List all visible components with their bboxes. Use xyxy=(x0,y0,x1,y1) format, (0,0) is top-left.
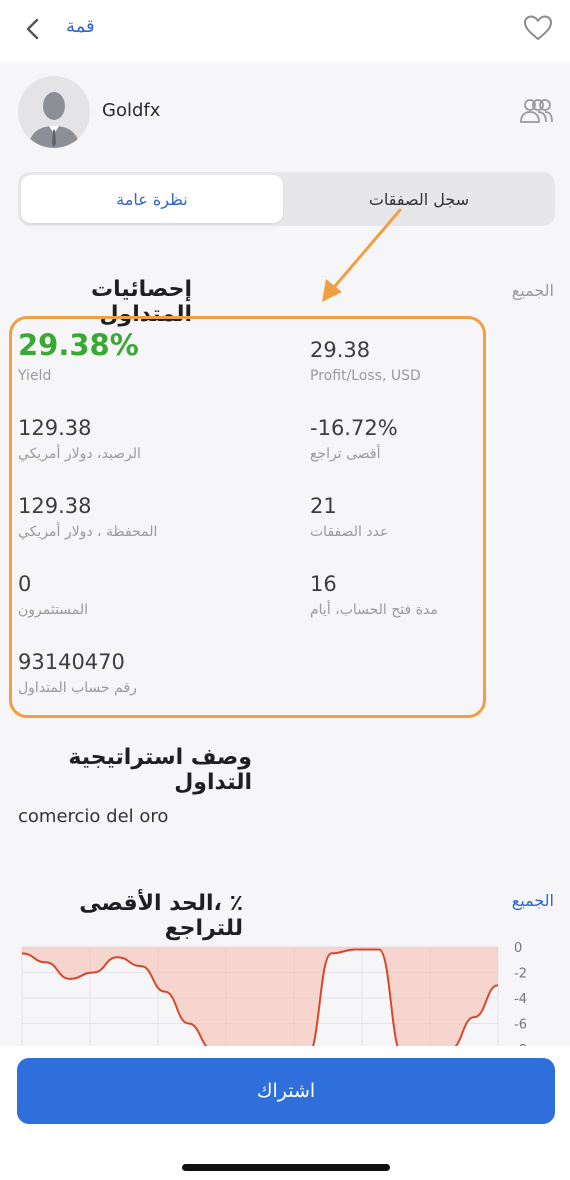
stat-portfolio-value: 129.38 xyxy=(18,494,92,518)
stat-portfolio-label: المحفظة ، دولار أمريكي xyxy=(18,524,158,540)
favorite-heart-icon[interactable] xyxy=(522,12,554,44)
trader-name: Goldfx xyxy=(102,100,161,121)
stat-days-label: مدة فتح الحساب، أيام xyxy=(310,602,438,618)
drawdown-chart: 0-2-4-6-8 xyxy=(21,941,527,1050)
chart-ytick-label: -6 xyxy=(514,1018,527,1033)
stat-investors-label: المستثمرون xyxy=(18,602,89,618)
nav-title[interactable]: قمة xyxy=(66,16,95,37)
chart-ytick-label: -4 xyxy=(514,992,527,1007)
stat-account-label: رقم حساب المتداول xyxy=(18,680,137,696)
stat-investors: 0 المستثمرون xyxy=(18,572,88,618)
stat-investors-value: 0 xyxy=(18,572,32,596)
tab-trade-history[interactable]: سجل الصفقات xyxy=(286,175,552,223)
drawdown-all-link[interactable]: الجميع xyxy=(512,891,554,910)
stat-yield-label: Yield xyxy=(18,368,52,384)
stat-profit-label: Profit/Loss, USD xyxy=(310,368,421,384)
stat-account: 93140470 رقم حساب المتداول xyxy=(18,650,137,696)
top-nav-bar: قمة xyxy=(0,0,570,62)
stat-drawdown: -16.72% أقصى تراجع xyxy=(310,416,398,462)
stat-profit: 29.38 Profit/Loss, USD xyxy=(310,338,421,384)
chart-ytick-label: -2 xyxy=(514,967,527,982)
stat-days-value: 16 xyxy=(310,572,337,596)
tab-overview[interactable]: نظرة عامة xyxy=(21,175,283,223)
stat-drawdown-label: أقصى تراجع xyxy=(310,446,381,462)
stat-deals-label: عدد الصفقات xyxy=(310,524,389,540)
home-indicator xyxy=(182,1164,390,1171)
stat-yield-value: 29.38% xyxy=(18,328,139,362)
stat-deals: 21 عدد الصفقات xyxy=(310,494,388,540)
stat-account-value: 93140470 xyxy=(18,650,125,674)
back-chevron-icon[interactable] xyxy=(18,14,48,44)
chart-ytick-label: 0 xyxy=(514,941,522,956)
avatar xyxy=(18,76,90,148)
strategy-title: وصف استراتيجية التداول xyxy=(68,745,252,795)
subscribe-button[interactable]: اشتراك xyxy=(17,1058,555,1124)
stat-balance-label: الرصيد، دولار أمريكي xyxy=(18,446,141,462)
stat-balance: 129.38 الرصيد، دولار أمريكي xyxy=(18,416,141,462)
stat-drawdown-value: -16.72% xyxy=(310,416,398,440)
subscribers-group-icon[interactable] xyxy=(518,96,554,126)
stat-portfolio: 129.38 المحفظة ، دولار أمريكي xyxy=(18,494,157,540)
trader-profile: Goldfx xyxy=(18,76,554,148)
segmented-tabs: نظرة عامة سجل الصفقات xyxy=(18,172,555,226)
strategy-description: comercio del oro xyxy=(18,806,169,827)
stats-all-link[interactable]: الجميع xyxy=(512,281,554,300)
person-avatar-icon xyxy=(18,76,90,148)
stat-deals-value: 21 xyxy=(310,494,337,518)
stat-yield: 29.38% Yield xyxy=(18,328,139,384)
stat-balance-value: 129.38 xyxy=(18,416,92,440)
stat-profit-value: 29.38 xyxy=(310,338,371,362)
stat-days: 16 مدة فتح الحساب، أيام xyxy=(310,572,438,618)
